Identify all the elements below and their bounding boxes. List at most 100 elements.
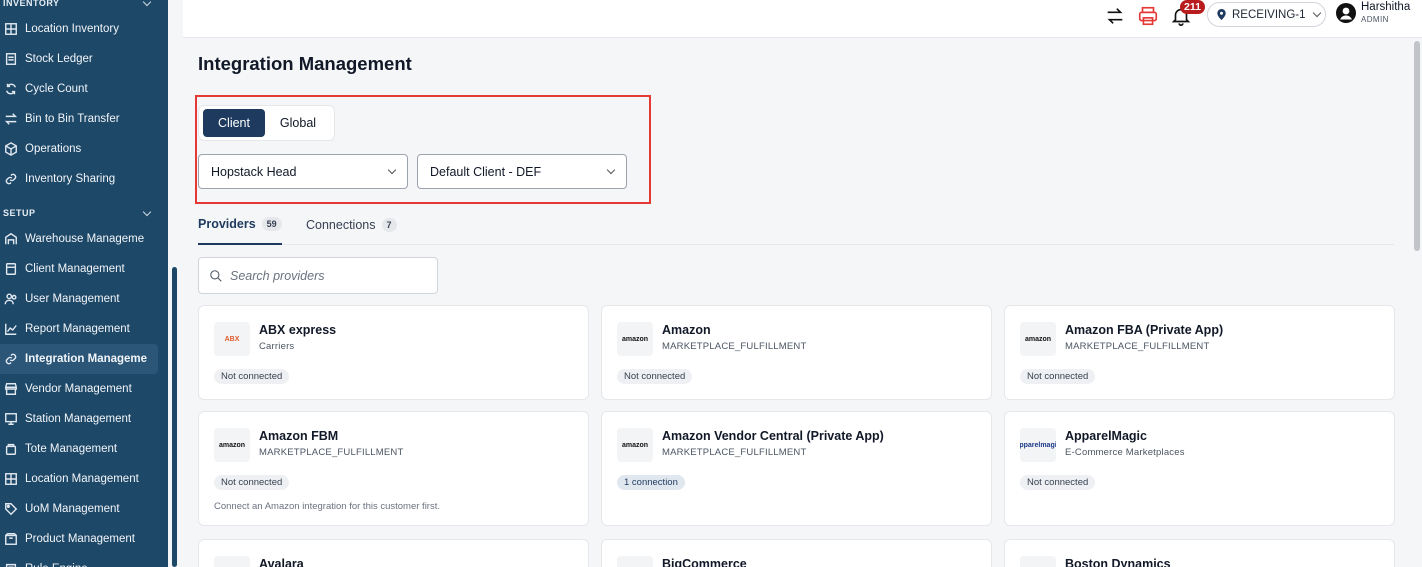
provider-category: MARKETPLACE_FULFILLMENT bbox=[259, 447, 404, 458]
sidebar-item-report-management[interactable]: Report Management bbox=[0, 314, 168, 344]
sidebar-item-label: Rule Engine bbox=[25, 563, 88, 567]
page-scrollbar[interactable] bbox=[1414, 41, 1420, 251]
refresh-icon bbox=[3, 81, 19, 97]
store-icon bbox=[3, 381, 19, 397]
sidebar-section-setup[interactable]: SETUP bbox=[0, 202, 168, 224]
sidebar-item-label: Tote Management bbox=[25, 443, 118, 455]
tab-connections[interactable]: Connections 7 bbox=[306, 205, 397, 245]
sidebar-scrollbar[interactable] bbox=[172, 267, 177, 567]
swap-icon[interactable] bbox=[1102, 3, 1128, 29]
notification-badge[interactable]: 211 bbox=[1180, 0, 1205, 14]
sidebar-item-user-management[interactable]: User Management bbox=[0, 284, 168, 314]
chevron-down-icon bbox=[142, 207, 152, 216]
sidebar-item-label: Warehouse Manageme bbox=[25, 233, 145, 245]
sidebar-item-location-inventory[interactable]: Location Inventory bbox=[0, 14, 168, 44]
sidebar-item-label: Operations bbox=[25, 143, 82, 155]
provider-logo: amazon bbox=[214, 428, 250, 462]
sidebar-item-label: Report Management bbox=[25, 323, 130, 335]
provider-note: Connect an Amazon integration for this c… bbox=[214, 501, 440, 512]
search-box bbox=[198, 257, 438, 294]
status-badge: Not connected bbox=[1020, 369, 1096, 384]
sidebar-item-vendor-management[interactable]: Vendor Management bbox=[0, 374, 168, 404]
sidebar-item-operations[interactable]: Operations bbox=[0, 134, 168, 164]
status-badge: Not connected bbox=[617, 369, 693, 384]
user-menu[interactable]: Harshitha ADMIN bbox=[1336, 1, 1410, 25]
provider-card[interactable]: Boston Dynamics bbox=[1004, 539, 1395, 567]
chevron-down-icon bbox=[387, 165, 397, 175]
ledger-icon bbox=[3, 51, 19, 67]
client-toggle-button[interactable]: Client bbox=[203, 109, 265, 137]
user-name: Harshitha bbox=[1361, 1, 1411, 13]
tabs: Providers 59 Connections 7 bbox=[198, 205, 1394, 245]
provider-name: Amazon Vendor Central (Private App) bbox=[662, 429, 884, 443]
provider-name: Amazon bbox=[662, 323, 711, 337]
sidebar-item-label: Vendor Management bbox=[25, 383, 132, 395]
provider-logo bbox=[617, 556, 653, 567]
sidebar-item-client-management[interactable]: Client Management bbox=[0, 254, 168, 284]
warehouse-icon bbox=[3, 231, 19, 247]
tab-providers[interactable]: Providers 59 bbox=[198, 205, 282, 245]
sidebar-item-uom-management[interactable]: UoM Management bbox=[0, 494, 168, 524]
sidebar-item-label: Inventory Sharing bbox=[25, 173, 116, 185]
provider-card[interactable]: ABX ABX express Carriers Not connected bbox=[198, 305, 589, 400]
provider-card[interactable]: amazon Amazon FBA (Private App) MARKETPLAC… bbox=[1004, 305, 1395, 400]
provider-card[interactable]: Avalara bbox=[198, 539, 589, 567]
provider-name: ABX express bbox=[259, 323, 337, 337]
location-selector[interactable]: RECEIVING-1 bbox=[1207, 2, 1326, 27]
box-icon bbox=[3, 531, 19, 547]
provider-logo bbox=[214, 556, 250, 567]
sidebar-item-label: Stock Ledger bbox=[25, 53, 93, 65]
chevron-down-icon bbox=[1312, 8, 1321, 18]
tote-icon bbox=[3, 441, 19, 457]
printer-icon[interactable] bbox=[1135, 3, 1161, 29]
document-icon bbox=[3, 261, 19, 277]
provider-category: MARKETPLACE_FULFILLMENT bbox=[1065, 341, 1210, 352]
sidebar-item-label: Location Inventory bbox=[25, 23, 119, 35]
rule-icon bbox=[3, 561, 19, 567]
sidebar-item-label: Client Management bbox=[25, 263, 125, 275]
chevron-down-icon bbox=[606, 165, 616, 175]
tag-icon bbox=[3, 501, 19, 517]
sidebar-item-station-management[interactable]: Station Management bbox=[0, 404, 168, 434]
global-toggle-button[interactable]: Global bbox=[265, 109, 331, 137]
provider-category: MARKETPLACE_FULFILLMENT bbox=[662, 341, 807, 352]
client-select[interactable]: Default Client - DEF bbox=[417, 154, 627, 189]
sidebar-item-label: Integration Manageme bbox=[25, 353, 148, 365]
provider-card[interactable]: amazon Amazon FBM MARKETPLACE_FULFILLMENT N… bbox=[198, 411, 589, 526]
provider-name: ApparelMagic bbox=[1065, 429, 1147, 443]
provider-logo: amazon bbox=[617, 322, 653, 356]
sidebar-item-stock-ledger[interactable]: Stock Ledger bbox=[0, 44, 168, 74]
provider-logo: amazon bbox=[1020, 322, 1056, 356]
provider-card[interactable]: amazon Amazon MARKETPLACE_FULFILLMENT Not c… bbox=[601, 305, 992, 400]
sidebar-item-label: User Management bbox=[25, 293, 120, 305]
provider-category: Carriers bbox=[259, 341, 295, 352]
sidebar-item-warehouse-manageme[interactable]: Warehouse Manageme bbox=[0, 224, 168, 254]
provider-card[interactable]: BigCommerce bbox=[601, 539, 992, 567]
sidebar-section-inventory[interactable]: INVENTORY bbox=[0, 0, 168, 14]
status-badge: Not connected bbox=[214, 369, 290, 384]
sidebar-item-cycle-count[interactable]: Cycle Count bbox=[0, 74, 168, 104]
warehouse-select[interactable]: Hopstack Head bbox=[198, 154, 408, 189]
search-icon bbox=[210, 269, 222, 282]
provider-logo: ABX bbox=[214, 322, 250, 356]
sidebar-item-tote-management[interactable]: Tote Management bbox=[0, 434, 168, 464]
search-input[interactable] bbox=[230, 268, 420, 283]
sidebar-item-product-management[interactable]: Product Management bbox=[0, 524, 168, 554]
users-icon bbox=[3, 291, 19, 307]
sidebar-item-label: UoM Management bbox=[25, 503, 120, 515]
cube-icon bbox=[3, 141, 19, 157]
provider-name: BigCommerce bbox=[662, 557, 747, 567]
sidebar-item-inventory-sharing[interactable]: Inventory Sharing bbox=[0, 164, 168, 194]
status-badge: 1 connection bbox=[617, 475, 685, 490]
sidebar-item-integration-manageme[interactable]: Integration Manageme bbox=[0, 344, 158, 374]
status-badge: Not connected bbox=[214, 475, 290, 490]
provider-card[interactable]: apparelmagic ApparelMagic E-Commerce Marke… bbox=[1004, 411, 1395, 526]
status-badge: Not connected bbox=[1020, 475, 1096, 490]
page-title: Integration Management bbox=[198, 53, 412, 74]
sidebar-item-bin-to-bin-transfer[interactable]: Bin to Bin Transfer bbox=[0, 104, 168, 134]
provider-card[interactable]: amazon Amazon Vendor Central (Private App… bbox=[601, 411, 992, 526]
link-icon bbox=[3, 351, 19, 367]
provider-logo: apparelmagic bbox=[1020, 428, 1056, 462]
sidebar-item-location-management[interactable]: Location Management bbox=[0, 464, 168, 494]
sidebar-item-rule-engine[interactable]: Rule Engine bbox=[0, 554, 168, 567]
